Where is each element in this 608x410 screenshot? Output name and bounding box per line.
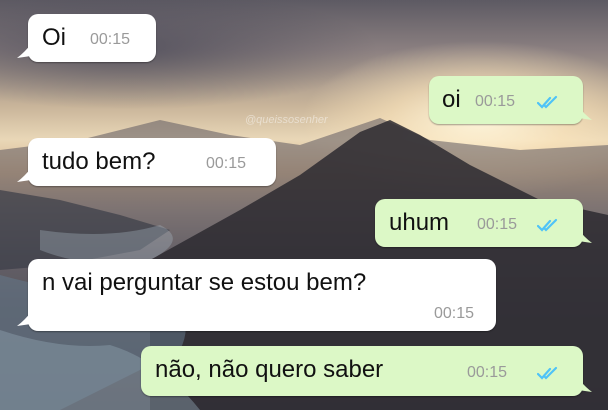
bubble-tail-outgoing — [578, 229, 592, 243]
watermark-text: @queissosenher — [245, 114, 328, 126]
message-timestamp: 00:15 — [467, 364, 508, 381]
message-bubble-outgoing[interactable]: não, não quero saber 00:15 — [141, 346, 583, 396]
double-check-icon — [537, 366, 558, 380]
message-text: uhum — [389, 209, 450, 236]
message-text: não, não quero saber — [155, 356, 384, 383]
message-bubble-incoming[interactable]: Oi 00:15 — [28, 14, 156, 62]
message-text: Oi — [42, 24, 66, 51]
message-timestamp: 00:15 — [434, 305, 475, 322]
message-bubble-incoming[interactable]: n vai perguntar se estou bem? 00:15 — [28, 259, 496, 331]
message-bubble-outgoing[interactable]: oi 00:15 — [429, 76, 583, 124]
message-text: n vai perguntar se estou bem? — [42, 269, 367, 296]
bubble-tail-outgoing — [578, 106, 592, 120]
message-timestamp: 00:15 — [90, 31, 131, 48]
message-text: oi — [442, 86, 461, 113]
double-check-icon — [537, 95, 558, 109]
bubble-tail-incoming — [17, 168, 31, 182]
message-text: tudo bem? — [42, 148, 156, 175]
message-bubble-incoming[interactable]: tudo bem? 00:15 — [28, 138, 276, 186]
message-bubble-outgoing[interactable]: uhum 00:15 — [375, 199, 583, 247]
message-timestamp: 00:15 — [206, 155, 247, 172]
bubble-tail-outgoing — [578, 378, 592, 392]
bubble-tail-incoming — [17, 44, 31, 58]
message-timestamp: 00:15 — [477, 216, 518, 233]
bubble-tail-incoming — [17, 312, 31, 326]
double-check-icon — [537, 218, 558, 232]
message-timestamp: 00:15 — [475, 93, 516, 110]
